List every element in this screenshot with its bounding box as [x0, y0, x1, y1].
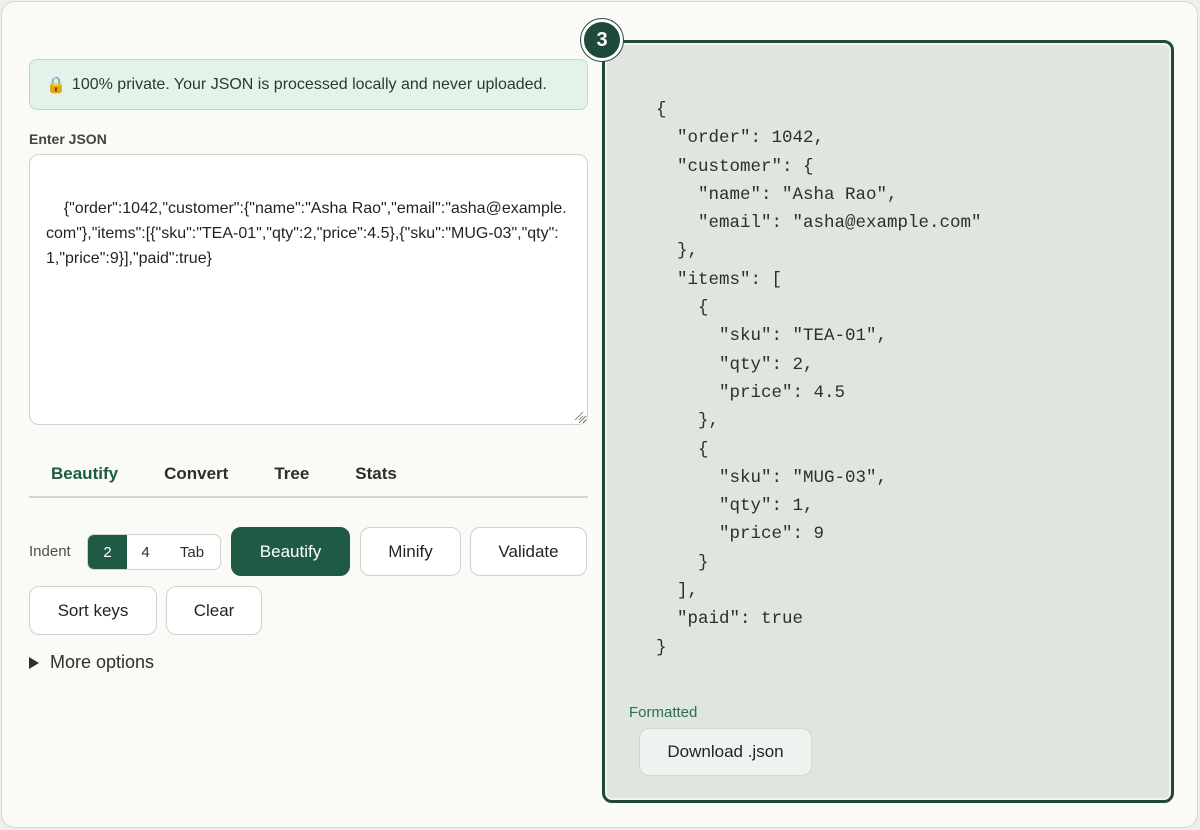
- clear-button[interactable]: Clear: [166, 586, 262, 635]
- indent-option-4[interactable]: 4: [127, 535, 164, 569]
- json-input-value: {"order":1042,"customer":{"name":"Asha R…: [46, 200, 567, 267]
- privacy-notice: 🔒 100% private. Your JSON is processed l…: [29, 59, 588, 110]
- indent-option-2[interactable]: 2: [88, 535, 127, 569]
- app-frame: 🔒 100% private. Your JSON is processed l…: [1, 1, 1198, 828]
- formatted-output: { "order": 1042, "customer": { "name": "…: [656, 100, 982, 658]
- minify-button[interactable]: Minify: [360, 527, 461, 576]
- resize-grip-icon[interactable]: [574, 411, 584, 421]
- privacy-text: 100% private. Your JSON is processed loc…: [71, 75, 547, 93]
- status-text: Formatted: [629, 704, 698, 721]
- lock-icon: 🔒: [46, 76, 66, 94]
- more-options-toggle[interactable]: More options: [29, 652, 154, 673]
- validate-button[interactable]: Validate: [470, 527, 587, 576]
- download-button[interactable]: Download .json: [639, 728, 812, 776]
- indent-label: Indent: [29, 543, 71, 560]
- triangle-right-icon: [29, 656, 39, 669]
- tab-stats[interactable]: Stats: [332, 452, 420, 496]
- tab-beautify[interactable]: Beautify: [29, 452, 141, 496]
- step-badge: 3: [581, 19, 623, 61]
- indent-selector: 2 4 Tab: [87, 534, 221, 570]
- input-label: Enter JSON: [29, 131, 107, 147]
- beautify-button[interactable]: Beautify: [231, 527, 350, 576]
- tool-tabs: Beautify Convert Tree Stats: [29, 452, 588, 498]
- json-input[interactable]: {"order":1042,"customer":{"name":"Asha R…: [29, 154, 588, 425]
- indent-option-tab[interactable]: Tab: [164, 535, 220, 569]
- more-options-label: More options: [50, 652, 155, 672]
- tab-tree[interactable]: Tree: [251, 452, 332, 496]
- sort-keys-button[interactable]: Sort keys: [29, 586, 157, 635]
- tab-convert[interactable]: Convert: [141, 452, 251, 496]
